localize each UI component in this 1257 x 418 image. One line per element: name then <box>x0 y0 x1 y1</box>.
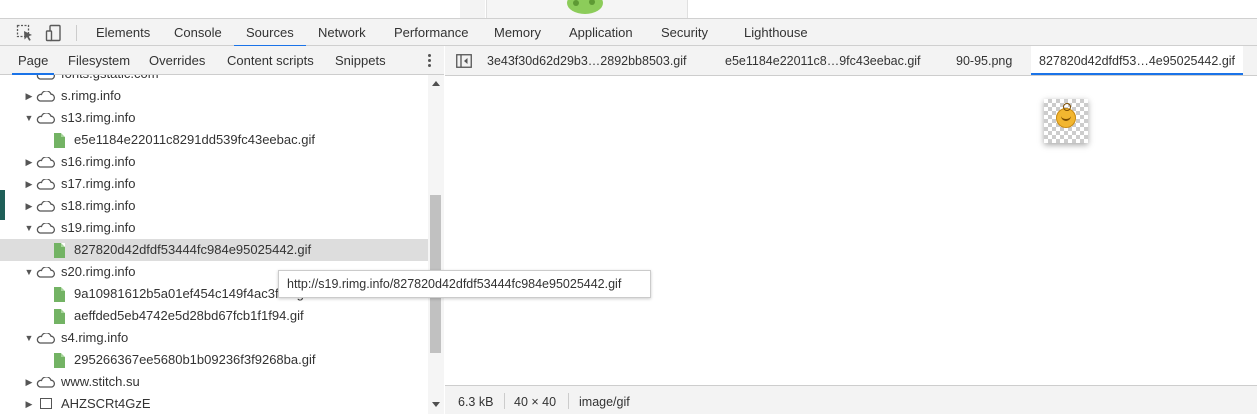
image-file-icon <box>54 309 65 324</box>
scroll-up-arrow-icon[interactable] <box>432 81 440 86</box>
collapse-arrow-icon[interactable]: ▼ <box>24 107 34 129</box>
tab-page[interactable]: Page <box>11 46 55 75</box>
image-file-icon <box>54 353 65 368</box>
tree-item-label: e5e1184e22011c8291dd539fc43eebac.gif <box>74 132 315 147</box>
collapse-arrow-icon[interactable]: ▼ <box>24 261 34 283</box>
expand-arrow-icon[interactable]: ▶ <box>24 151 34 173</box>
file-navigator-tree: fonts.gstatic.com ▶ s.rimg.info ▼ s13.ri… <box>0 75 444 414</box>
tree-item-domain[interactable]: ▶ www.stitch.su <box>0 371 428 393</box>
footer-divider <box>504 393 505 409</box>
toggle-navigator-icon[interactable] <box>456 54 472 68</box>
tree-item-domain[interactable]: ▼ s4.rimg.info <box>0 327 428 349</box>
image-preview-pane <box>445 76 1257 385</box>
tab-content-scripts[interactable]: Content scripts <box>227 46 314 75</box>
frame-icon <box>40 398 52 409</box>
tab-lighthouse[interactable]: Lighthouse <box>744 19 808 46</box>
tree-item-label: s18.rimg.info <box>61 198 136 213</box>
editor-tab-active[interactable]: 827820d42dfdf53…4e95025442.gif <box>1031 46 1244 75</box>
tree-item-label: s4.rimg.info <box>61 330 129 345</box>
editor-tab[interactable]: 90-95.png <box>956 46 1012 75</box>
cloud-icon <box>36 91 55 102</box>
tree-item-label: aeffded5eb4742e5d28bd67fcb1f1f94.gif <box>74 308 304 323</box>
tab-sources[interactable]: Sources <box>234 19 306 47</box>
cloud-icon <box>36 157 55 168</box>
tree-item-file[interactable]: e5e1184e22011c8291dd539fc43eebac.gif <box>0 129 428 151</box>
cloud-icon <box>36 377 55 388</box>
tab-snippets[interactable]: Snippets <box>335 46 386 75</box>
tree-item-domain[interactable]: ▼ s19.rimg.info <box>0 217 428 239</box>
inspected-page-strip <box>0 0 1257 18</box>
editor-tab[interactable]: 3e43f30d62d29b3…2892bb8503.gif <box>487 46 687 75</box>
editor-tabbar: 3e43f30d62d29b3…2892bb8503.gif e5e1184e2… <box>445 46 1257 76</box>
tab-network[interactable]: Network <box>318 19 366 46</box>
tab-overrides[interactable]: Overrides <box>149 46 205 75</box>
tree-item-label: s13.rimg.info <box>61 110 136 125</box>
tab-elements[interactable]: Elements <box>96 19 150 46</box>
expand-arrow-icon[interactable]: ▶ <box>24 371 34 393</box>
image-file-icon <box>54 243 65 258</box>
image-dimensions: 40 × 40 <box>514 395 557 409</box>
tree-item-label: 9a10981612b5a01ef454c149f4ac3f09.gif <box>74 286 311 301</box>
tree-scrollbar[interactable] <box>428 75 444 414</box>
window-edge-decoration <box>0 190 5 220</box>
tree-item-label: s17.rimg.info <box>61 176 136 191</box>
tab-performance[interactable]: Performance <box>394 19 468 46</box>
tab-memory[interactable]: Memory <box>494 19 541 46</box>
page-strip-segment <box>460 0 485 18</box>
tree-item-label: fonts.gstatic.com <box>61 75 159 85</box>
tree-item-label: s20.rimg.info <box>61 264 136 279</box>
cloud-icon <box>36 333 55 344</box>
toolbar-divider <box>76 25 77 41</box>
image-file-icon <box>54 287 65 302</box>
tree-item-domain[interactable]: ▶ s18.rimg.info <box>0 195 428 217</box>
collapse-arrow-icon[interactable]: ▼ <box>24 327 34 349</box>
tree-item-label: 827820d42dfdf53444fc984e95025442.gif <box>74 242 312 257</box>
tree-item-domain[interactable]: fonts.gstatic.com <box>0 75 428 85</box>
editor-tab[interactable]: e5e1184e22011c8…9fc43eebac.gif <box>725 46 921 75</box>
image-size: 6.3 kB <box>458 395 494 409</box>
tree-item-file-selected[interactable]: 827820d42dfdf53444fc984e95025442.gif <box>0 239 428 261</box>
image-mime-type: image/gif <box>579 395 630 409</box>
footer-divider <box>568 393 569 409</box>
cloud-icon <box>36 267 55 278</box>
tree-item-label: www.stitch.su <box>61 374 140 389</box>
image-file-icon <box>54 133 65 148</box>
preview-gif-image <box>1056 103 1076 128</box>
cloud-icon <box>36 179 55 190</box>
tree-item-label: s19.rimg.info <box>61 220 136 235</box>
url-tooltip: http://s19.rimg.info/827820d42dfdf53444f… <box>278 270 651 298</box>
image-info-footer: 6.3 kB 40 × 40 image/gif <box>445 385 1257 414</box>
cloud-icon <box>36 113 55 124</box>
inspect-element-icon[interactable] <box>16 24 34 42</box>
more-options-icon[interactable] <box>424 53 434 69</box>
tree-item-domain[interactable]: ▶ s.rimg.info <box>0 85 428 107</box>
tree-item-label: 295266367ee5680b1b09236f3f9268ba.gif <box>74 352 316 367</box>
tab-filesystem[interactable]: Filesystem <box>68 46 130 75</box>
tree-item-label: s.rimg.info <box>61 88 121 103</box>
image-preview-container <box>1044 99 1088 143</box>
tree-item-domain[interactable]: ▼ s13.rimg.info <box>0 107 428 129</box>
expand-arrow-icon[interactable]: ▶ <box>24 173 34 195</box>
tree-item-label: s16.rimg.info <box>61 154 136 169</box>
tree-item-file[interactable]: 295266367ee5680b1b09236f3f9268ba.gif <box>0 349 428 371</box>
tree-item-frame[interactable]: ▶ AHZSCRt4GzE <box>0 393 428 414</box>
tab-console[interactable]: Console <box>174 19 222 46</box>
scroll-down-arrow-icon[interactable] <box>432 402 440 407</box>
tree-item-label: AHZSCRt4GzE <box>61 396 151 411</box>
device-toolbar-icon[interactable] <box>45 24 63 42</box>
expand-arrow-icon[interactable]: ▶ <box>24 195 34 217</box>
cloud-icon <box>36 75 55 80</box>
cloud-icon <box>36 223 55 234</box>
collapse-arrow-icon[interactable]: ▼ <box>24 217 34 239</box>
expand-arrow-icon[interactable]: ▶ <box>24 85 34 107</box>
tree-item-domain[interactable]: ▶ s16.rimg.info <box>0 151 428 173</box>
tree-item-file[interactable]: aeffded5eb4742e5d28bd67fcb1f1f94.gif <box>0 305 428 327</box>
cloud-icon <box>36 201 55 212</box>
tree-item-domain[interactable]: ▶ s17.rimg.info <box>0 173 428 195</box>
devtools-main-toolbar: Elements Console Sources Network Perform… <box>0 18 1257 47</box>
expand-arrow-icon[interactable]: ▶ <box>24 393 34 414</box>
tab-application[interactable]: Application <box>569 19 633 46</box>
tab-security[interactable]: Security <box>661 19 708 46</box>
navigator-tabbar: Page Filesystem Overrides Content script… <box>0 46 444 75</box>
